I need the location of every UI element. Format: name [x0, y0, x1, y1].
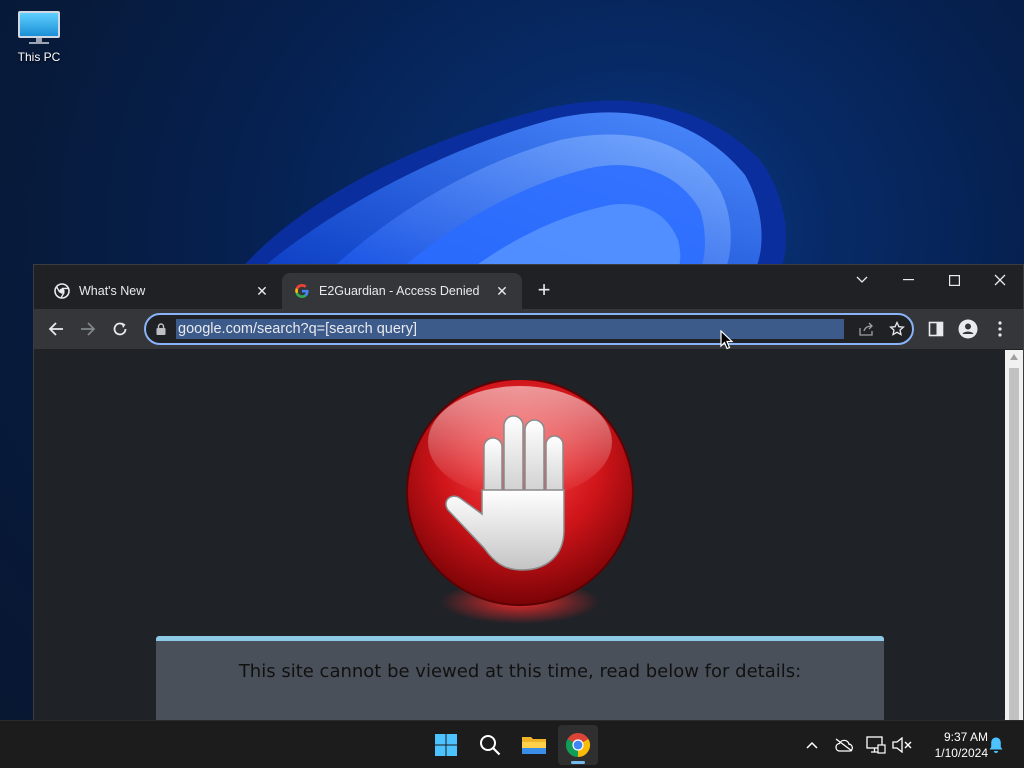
more-vert-icon	[998, 321, 1002, 337]
maximize-icon	[948, 274, 960, 286]
lock-icon[interactable]	[146, 315, 176, 343]
address-bar[interactable]: google.com/search?q=[search query]	[144, 313, 914, 345]
search-icon	[480, 735, 501, 756]
tab-strip: What's New ✕ E2Guardian - Access Denied …	[34, 265, 1023, 309]
volume-muted-icon	[892, 737, 912, 753]
clock-date: 1/10/2024	[934, 746, 988, 760]
close-tab-icon[interactable]: ✕	[494, 283, 510, 299]
bell-icon	[989, 737, 1003, 753]
notifications-button[interactable]	[986, 735, 1006, 755]
volume-button[interactable]	[892, 735, 912, 755]
wallpaper-bloom	[240, 100, 786, 270]
cloud-off-icon	[835, 738, 853, 752]
maximize-button[interactable]	[931, 265, 977, 295]
profile-button[interactable]	[956, 317, 980, 341]
new-tab-button[interactable]: +	[532, 279, 556, 303]
chevron-down-icon	[856, 276, 868, 283]
taskbar-search-button[interactable]	[470, 725, 510, 765]
back-button[interactable]	[44, 317, 68, 341]
reload-icon	[113, 322, 127, 336]
close-tab-icon[interactable]: ✕	[254, 283, 270, 299]
menu-button[interactable]	[988, 317, 1012, 341]
chrome-icon	[54, 283, 70, 299]
active-app-indicator	[571, 761, 585, 764]
monitor-icon	[17, 10, 61, 46]
minimize-icon	[902, 279, 914, 281]
desktop-icon-label: This PC	[17, 50, 61, 64]
clock-time: 9:37 AM	[943, 730, 988, 744]
side-panel-icon	[928, 321, 944, 337]
tab-search-button[interactable]	[839, 265, 885, 295]
browser-toolbar: google.com/search?q=[search query]	[34, 309, 1023, 349]
onedrive-button[interactable]	[834, 735, 854, 755]
address-bar-url[interactable]: google.com/search?q=[search query]	[176, 319, 844, 339]
mouse-cursor-icon	[720, 330, 734, 350]
chrome-taskbar-button[interactable]	[558, 725, 598, 765]
tab-title: E2Guardian - Access Denied	[319, 284, 480, 298]
chevron-up-icon	[806, 741, 818, 749]
file-explorer-button[interactable]	[514, 725, 554, 765]
chrome-icon	[565, 733, 591, 757]
scroll-up-icon[interactable]	[1010, 354, 1018, 360]
google-icon	[294, 283, 310, 299]
show-hidden-icons-button[interactable]	[802, 735, 822, 755]
stop-hand-icon	[406, 380, 634, 624]
share-icon[interactable]	[852, 315, 882, 343]
close-window-button[interactable]	[977, 265, 1023, 295]
network-icon	[866, 736, 886, 754]
browser-window: What's New ✕ E2Guardian - Access Denied …	[33, 264, 1024, 721]
arrow-right-icon	[81, 322, 96, 336]
close-icon	[994, 274, 1006, 286]
desktop-icon-this-pc[interactable]: This PC	[10, 8, 68, 64]
network-button[interactable]	[866, 735, 886, 755]
tab-title: What's New	[79, 284, 146, 298]
taskbar: 9:37 AM 1/10/2024	[0, 720, 1024, 768]
taskbar-clock[interactable]: 9:37 AM 1/10/2024	[918, 729, 988, 761]
tab-access-denied[interactable]: E2Guardian - Access Denied ✕	[282, 273, 522, 309]
reload-button[interactable]	[108, 317, 132, 341]
page-content: This site cannot be viewed at this time,…	[34, 350, 1004, 721]
forward-button[interactable]	[76, 317, 100, 341]
minimize-button[interactable]	[885, 265, 931, 295]
windows-start-icon	[435, 734, 457, 756]
block-notice: This site cannot be viewed at this time,…	[156, 636, 884, 721]
bookmark-star-icon[interactable]	[882, 315, 912, 343]
side-panel-button[interactable]	[924, 317, 948, 341]
profile-icon	[958, 319, 978, 339]
arrow-left-icon	[48, 322, 63, 336]
scrollbar-thumb[interactable]	[1009, 368, 1019, 721]
block-message: This site cannot be viewed at this time,…	[238, 661, 802, 682]
page-scrollbar[interactable]	[1005, 350, 1023, 721]
folder-icon	[522, 737, 546, 754]
tab-whats-new[interactable]: What's New ✕	[42, 273, 282, 309]
start-button[interactable]	[426, 725, 466, 765]
